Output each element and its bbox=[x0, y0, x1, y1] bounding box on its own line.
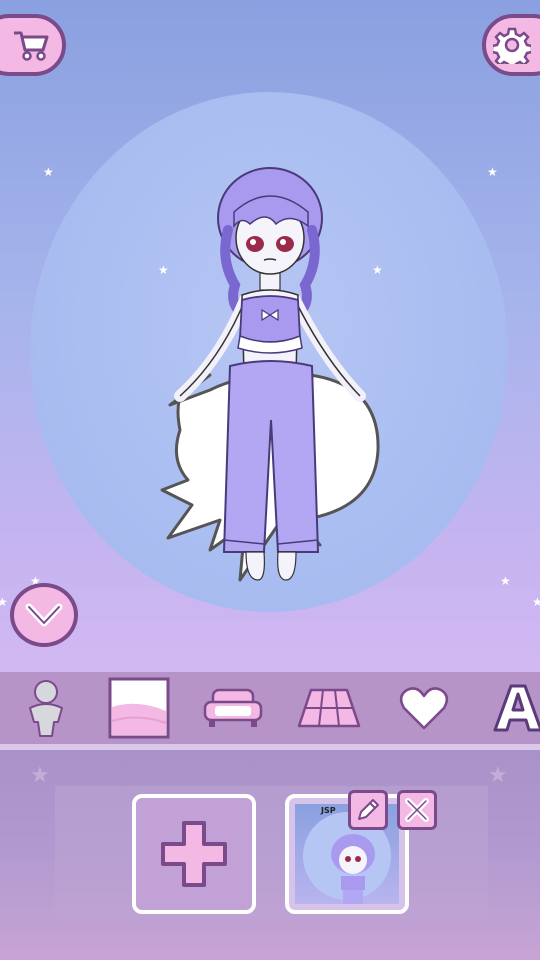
tab-furniture[interactable] bbox=[200, 676, 266, 740]
collapse-button[interactable] bbox=[10, 583, 78, 647]
landscape-frame-icon bbox=[108, 677, 170, 739]
pencil-icon bbox=[358, 799, 379, 820]
cart-icon bbox=[14, 31, 49, 61]
gear-icon bbox=[493, 27, 531, 64]
tab-character[interactable] bbox=[14, 676, 78, 740]
add-save-slot[interactable] bbox=[132, 794, 256, 914]
star-decoration: ★ bbox=[30, 763, 50, 788]
plus-icon bbox=[161, 821, 227, 887]
floor-tiles-icon bbox=[297, 688, 361, 728]
tab-text[interactable] bbox=[488, 676, 540, 740]
edit-scene-button[interactable] bbox=[348, 790, 388, 830]
character-figure[interactable] bbox=[150, 160, 390, 590]
delete-scene-button[interactable] bbox=[397, 790, 437, 830]
saved-scenes-panel: ★ ★ JSP bbox=[0, 750, 540, 960]
star-decoration: ★ bbox=[488, 763, 508, 788]
scene-label: JSP bbox=[321, 806, 336, 815]
star-decoration: ★ bbox=[43, 165, 54, 179]
close-x-icon bbox=[405, 798, 429, 822]
saved-scene-slot[interactable]: JSP bbox=[285, 794, 409, 914]
star-decoration: ★ bbox=[532, 595, 540, 609]
tab-stickers[interactable] bbox=[392, 676, 456, 740]
shop-button[interactable] bbox=[0, 14, 66, 76]
star-decoration: ★ bbox=[0, 595, 8, 609]
star-decoration: ★ bbox=[487, 165, 498, 179]
sofa-icon bbox=[203, 688, 263, 727]
heart-icon bbox=[399, 687, 449, 730]
category-toolbar bbox=[0, 672, 540, 744]
tab-background[interactable] bbox=[106, 676, 172, 740]
star-decoration: ★ bbox=[500, 574, 511, 588]
dressup-stage: ★ ★ ★ ★ ★ ★ ★ ★ bbox=[0, 0, 540, 672]
tab-floor[interactable] bbox=[296, 676, 362, 740]
letter-a-icon bbox=[493, 684, 540, 732]
chevron-down-icon bbox=[25, 603, 63, 627]
person-silhouette-icon bbox=[29, 680, 63, 737]
settings-button[interactable] bbox=[482, 14, 540, 76]
